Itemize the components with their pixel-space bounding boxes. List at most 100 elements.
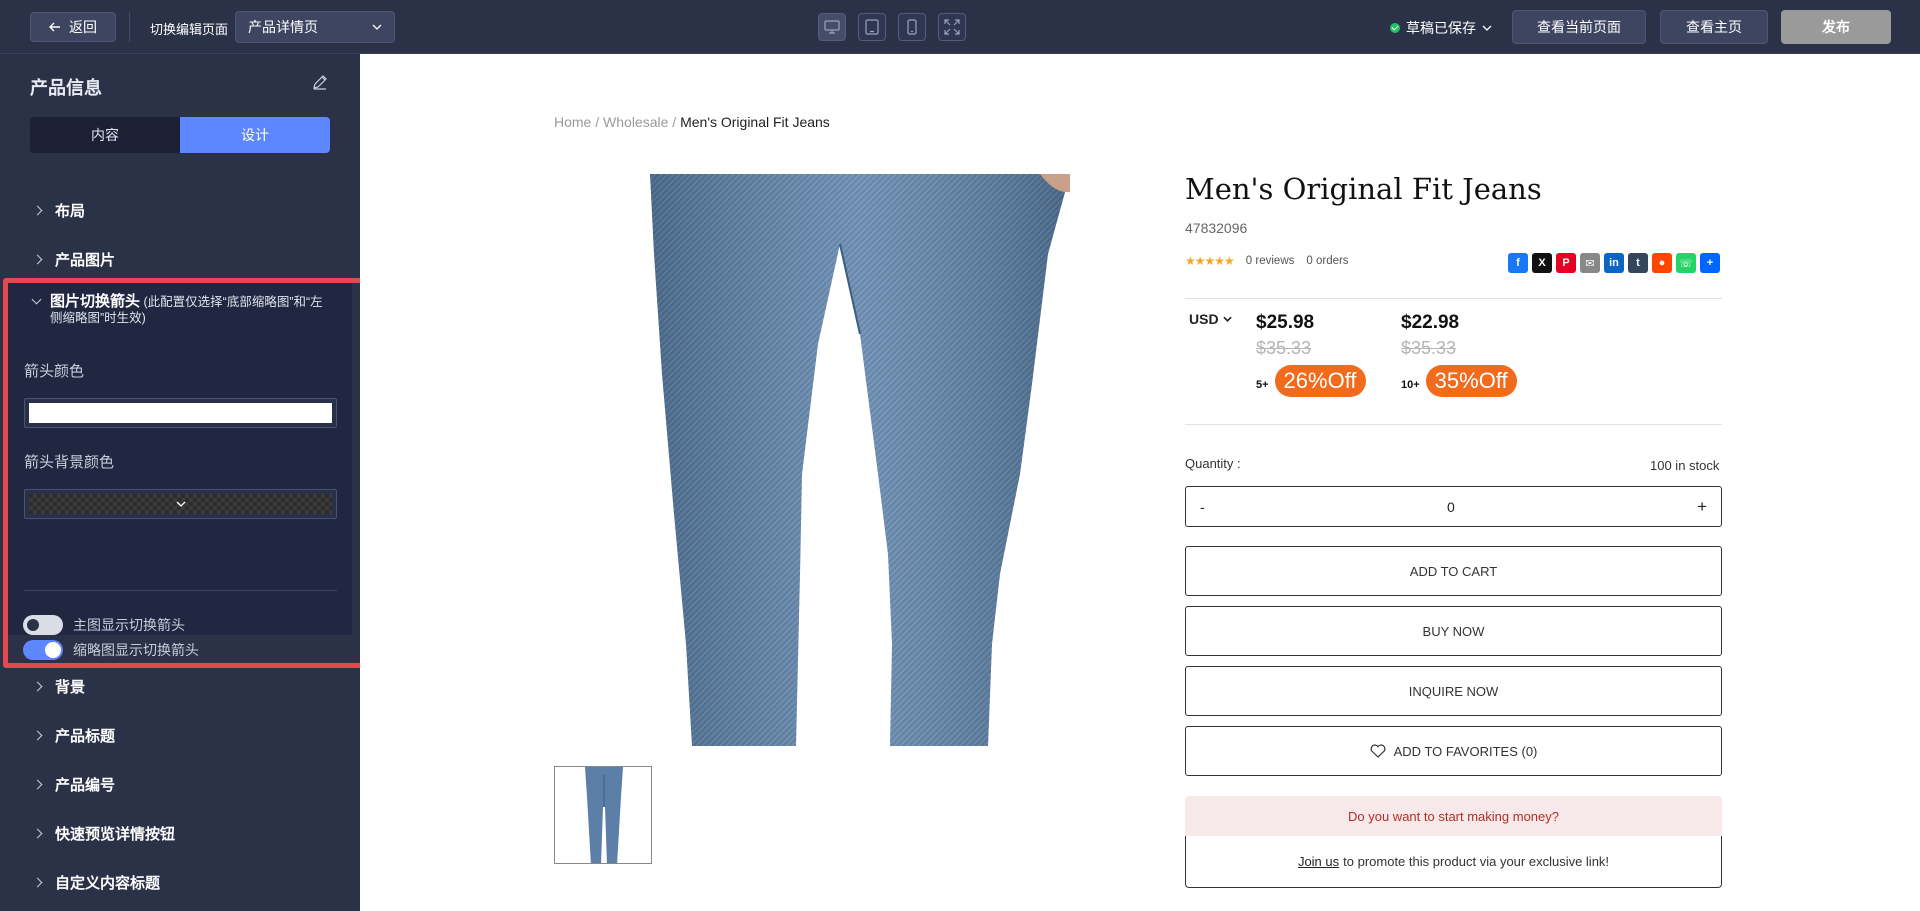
affiliate-banner-title: Do you want to start making money? [1185, 796, 1722, 836]
email-icon[interactable]: ✉ [1580, 253, 1600, 273]
main-image-arrows-toggle[interactable] [23, 615, 63, 635]
quantity-increase-button[interactable]: + [1697, 497, 1707, 517]
thumbnail-image[interactable] [554, 766, 652, 864]
section-layout[interactable]: 布局 [32, 200, 86, 221]
breadcrumb-separator: / [672, 114, 677, 130]
check-circle-icon [1390, 23, 1400, 33]
pinterest-icon[interactable]: P [1556, 253, 1576, 273]
tab-content[interactable]: 内容 [30, 117, 180, 153]
jeans-thumbnail [555, 767, 651, 863]
arrow-color-swatch [29, 403, 332, 423]
page-preview-canvas: Home / Wholesale / Men's Original Fit Je… [360, 54, 1920, 911]
chevron-down-icon [1222, 316, 1232, 322]
join-us-link[interactable]: Join us [1298, 854, 1339, 869]
arrow-bg-color-label: 箭头背景颜色 [24, 454, 115, 471]
transparent-swatch [29, 494, 332, 514]
tier-original-price: $35.33 [1256, 338, 1312, 358]
linkedin-icon[interactable]: in [1604, 253, 1624, 273]
section-product-title[interactable]: 产品标题 [32, 725, 115, 746]
add-to-favorites-label: ADD TO FAVORITES (0) [1393, 743, 1538, 759]
quantity-input[interactable]: 0 [1447, 499, 1455, 515]
breadcrumb-wholesale[interactable]: Wholesale [603, 114, 668, 130]
buy-now-button[interactable]: BUY NOW [1185, 606, 1722, 656]
section-product-number[interactable]: 产品编号 [32, 774, 116, 795]
divider [1185, 424, 1722, 425]
x-icon[interactable]: X [1532, 253, 1552, 273]
arrow-color-picker[interactable] [24, 398, 337, 428]
reviews-count[interactable]: 0 reviews [1246, 255, 1295, 267]
page-select[interactable]: 产品详情页 [235, 11, 395, 43]
breadcrumb-separator: / [595, 114, 600, 130]
whatsapp-icon[interactable]: ☏ [1676, 253, 1696, 273]
chevron-down-icon [1482, 25, 1492, 31]
divider [24, 590, 337, 591]
chevron-down-icon[interactable] [31, 294, 42, 305]
back-button[interactable]: 返回 [30, 12, 116, 42]
section-image-arrows-header[interactable]: 图片切换箭头 (此配置仅选择“底部缩略图”和“左侧缩略图”时生效) [50, 294, 335, 326]
jeans-image [650, 174, 1070, 746]
main-product-image[interactable] [650, 174, 1080, 746]
desktop-icon [824, 20, 840, 34]
add-to-favorites-button[interactable]: ADD TO FAVORITES (0) [1185, 726, 1722, 776]
mobile-icon [907, 19, 917, 35]
thumbnail-arrows-toggle[interactable] [23, 640, 63, 660]
product-sku: 47832096 [1185, 220, 1248, 236]
section-product-images-label: 产品图片 [55, 252, 116, 269]
tier-min-qty: 10+ [1401, 379, 1420, 391]
breadcrumb-home[interactable]: Home [554, 114, 591, 130]
mobile-view-button[interactable] [898, 13, 926, 41]
tablet-view-button[interactable] [858, 13, 886, 41]
content-design-tabs: 内容 设计 [30, 117, 330, 153]
rating-row: ★★★★★ 0 reviews 0 orders [1185, 254, 1349, 268]
section-background-label: 背景 [55, 679, 86, 696]
section-image-arrows-panel: 图片切换箭头 (此配置仅选择“底部缩略图”和“左侧缩略图”时生效) 箭头颜色 箭… [8, 280, 352, 660]
toggle-row-thumb-arrows: 缩略图显示切换箭头 [23, 640, 199, 660]
toggle-row-main-arrows: 主图显示切换箭头 [23, 615, 185, 635]
inquire-now-button[interactable]: INQUIRE NOW [1185, 666, 1722, 716]
tier-price: $22.98 [1401, 312, 1460, 333]
share-plus-icon[interactable]: + [1700, 253, 1720, 273]
product-title: Men's Original Fit Jeans [1185, 172, 1542, 206]
section-quick-preview-label: 快速预览详情按钮 [55, 826, 176, 843]
discount-badge: 35%Off [1425, 365, 1517, 397]
sidebar-title: 产品信息 [30, 78, 102, 98]
switch-page-label: 切换编辑页面 [150, 22, 229, 37]
section-custom-title-label: 自定义内容标题 [55, 875, 161, 892]
arrow-color-label: 箭头颜色 [24, 363, 85, 380]
chevron-right-icon [32, 730, 43, 741]
section-quick-preview[interactable]: 快速预览详情按钮 [32, 823, 176, 844]
quantity-label: Quantity : [1185, 456, 1241, 471]
breadcrumb: Home / Wholesale / Men's Original Fit Je… [554, 114, 830, 130]
draft-saved-status[interactable]: 草稿已保存 [1390, 18, 1492, 38]
facebook-icon[interactable]: f [1508, 253, 1528, 273]
chevron-right-icon [32, 828, 43, 839]
section-custom-title[interactable]: 自定义内容标题 [32, 872, 161, 893]
section-layout-label: 布局 [55, 203, 86, 220]
tab-design[interactable]: 设计 [180, 117, 330, 153]
tumblr-icon[interactable]: t [1628, 253, 1648, 273]
rating-stars: ★★★★★ [1185, 254, 1235, 268]
arrow-bg-color-picker[interactable] [24, 489, 337, 519]
section-background[interactable]: 背景 [32, 676, 86, 697]
heart-icon [1370, 744, 1386, 758]
publish-button[interactable]: 发布 [1781, 10, 1891, 44]
edit-button[interactable] [312, 74, 328, 95]
top-bar: 返回 切换编辑页面 产品详情页 草稿已保存 查看当前页面 查看主页 发布 [0, 0, 1920, 54]
desktop-view-button[interactable] [818, 13, 846, 41]
fullscreen-icon [944, 19, 960, 35]
stock-count: 100 in stock [1650, 458, 1720, 473]
add-to-cart-button[interactable]: ADD TO CART [1185, 546, 1722, 596]
chevron-right-icon [32, 877, 43, 888]
chevron-right-icon [32, 205, 43, 216]
section-product-images[interactable]: 产品图片 [32, 249, 116, 270]
currency-select[interactable]: USD [1189, 311, 1232, 327]
quantity-stepper: - 0 + [1185, 486, 1722, 527]
quantity-decrease-button[interactable]: - [1200, 499, 1205, 515]
page-select-value: 产品详情页 [248, 19, 318, 35]
reddit-icon[interactable]: ● [1652, 253, 1672, 273]
fullscreen-button[interactable] [938, 13, 966, 41]
orders-count: 0 orders [1306, 255, 1349, 267]
view-home-button[interactable]: 查看主页 [1660, 10, 1768, 44]
section-product-number-label: 产品编号 [55, 777, 116, 794]
view-current-page-button[interactable]: 查看当前页面 [1512, 10, 1646, 44]
